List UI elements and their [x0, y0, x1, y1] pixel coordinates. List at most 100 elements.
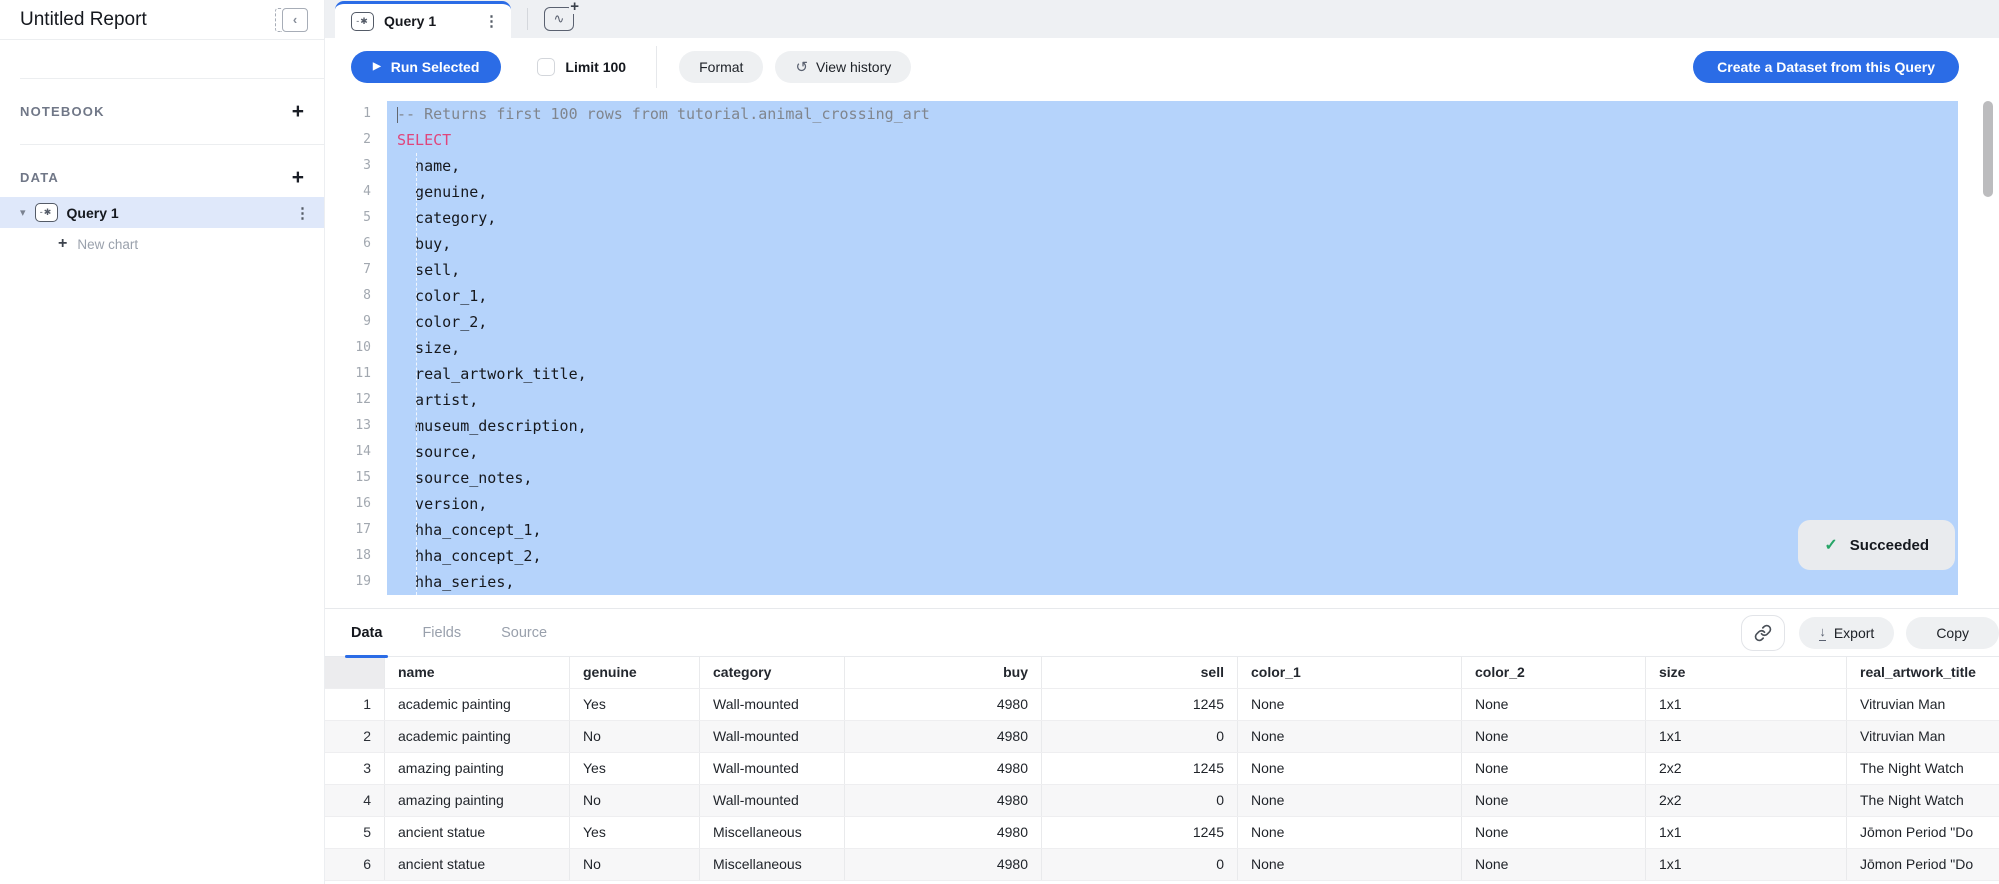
code-line[interactable]: 9 color_2, [325, 309, 1999, 335]
code-line[interactable]: 10 size, [325, 335, 1999, 361]
column-header[interactable]: real_artwork_title [1847, 657, 1999, 688]
code-line[interactable]: 16 version, [325, 491, 1999, 517]
table-cell[interactable]: No [570, 785, 700, 816]
column-header[interactable]: genuine [570, 657, 700, 688]
table-cell[interactable]: Vitruvian Man [1847, 689, 1999, 720]
table-cell[interactable]: 4980 [845, 689, 1042, 720]
kebab-menu-icon[interactable]: ⋮ [295, 204, 310, 222]
table-cell[interactable]: 1x1 [1646, 817, 1847, 848]
code-line[interactable]: 18 hha_concept_2, [325, 543, 1999, 569]
code-line[interactable]: 6 buy, [325, 231, 1999, 257]
table-cell[interactable]: ancient statue [385, 849, 570, 880]
code-line[interactable]: 17 hha_concept_1, [325, 517, 1999, 543]
table-cell[interactable]: 0 [1042, 849, 1238, 880]
table-cell[interactable]: 4980 [845, 817, 1042, 848]
table-cell[interactable]: Vitruvian Man [1847, 721, 1999, 752]
code-line[interactable]: 5 category, [325, 205, 1999, 231]
table-cell[interactable]: 4980 [845, 849, 1042, 880]
code-line[interactable]: 7 sell, [325, 257, 1999, 283]
row-number-cell[interactable]: 5 [325, 817, 385, 848]
run-selected-button[interactable]: ▶ Run Selected [351, 51, 501, 83]
table-cell[interactable]: 2x2 [1646, 785, 1847, 816]
column-header[interactable]: buy [845, 657, 1042, 688]
table-cell[interactable]: 1245 [1042, 817, 1238, 848]
code-line[interactable]: 4 genuine, [325, 179, 1999, 205]
table-cell[interactable]: No [570, 849, 700, 880]
table-row[interactable]: 3amazing paintingYesWall-mounted49801245… [325, 753, 1999, 785]
row-number-cell[interactable]: 1 [325, 689, 385, 720]
table-row[interactable]: 6ancient statueNoMiscellaneous49800NoneN… [325, 849, 1999, 881]
table-row[interactable]: 2academic paintingNoWall-mounted49800Non… [325, 721, 1999, 753]
code-line[interactable]: 11 real_artwork_title, [325, 361, 1999, 387]
tab-kebab-menu-icon[interactable]: ⋮ [484, 12, 499, 30]
table-cell[interactable]: 1x1 [1646, 721, 1847, 752]
table-cell[interactable]: Jōmon Period "Do [1847, 849, 1999, 880]
editor-scrollbar-thumb[interactable] [1983, 101, 1993, 197]
code-line[interactable]: 8 color_1, [325, 283, 1999, 309]
table-row[interactable]: 5ancient statueYesMiscellaneous49801245N… [325, 817, 1999, 849]
copy-link-button[interactable] [1741, 615, 1785, 651]
row-number-header[interactable] [325, 657, 385, 688]
table-row[interactable]: 4amazing paintingNoWall-mounted49800None… [325, 785, 1999, 817]
code-line[interactable]: 3 name, [325, 153, 1999, 179]
table-cell[interactable]: 4980 [845, 785, 1042, 816]
code-line[interactable]: 1-- Returns first 100 rows from tutorial… [325, 101, 1999, 127]
sidebar-item-query-1[interactable]: ▾ -✱ Query 1 ⋮ [0, 197, 324, 228]
table-cell[interactable]: None [1462, 689, 1646, 720]
report-title[interactable]: Untitled Report [20, 9, 147, 31]
table-cell[interactable]: None [1462, 753, 1646, 784]
table-cell[interactable]: None [1238, 817, 1462, 848]
add-notebook-cell-button[interactable]: + [292, 101, 304, 122]
create-dataset-button[interactable]: Create a Dataset from this Query [1693, 51, 1959, 83]
table-cell[interactable]: None [1238, 849, 1462, 880]
code-line[interactable]: 14 source, [325, 439, 1999, 465]
table-cell[interactable]: Wall-mounted [700, 785, 845, 816]
table-cell[interactable]: None [1238, 689, 1462, 720]
table-cell[interactable]: None [1462, 849, 1646, 880]
code-line[interactable]: 2SELECT [325, 127, 1999, 153]
table-cell[interactable]: None [1462, 817, 1646, 848]
tab-fields[interactable]: Fields [422, 609, 461, 657]
table-row[interactable]: 1academic paintingYesWall-mounted4980124… [325, 689, 1999, 721]
table-cell[interactable]: Miscellaneous [700, 849, 845, 880]
table-cell[interactable]: Yes [570, 689, 700, 720]
table-cell[interactable]: Wall-mounted [700, 721, 845, 752]
table-cell[interactable]: academic painting [385, 689, 570, 720]
table-cell[interactable]: 0 [1042, 785, 1238, 816]
new-chart-button[interactable]: + New chart [0, 228, 324, 260]
table-cell[interactable]: None [1462, 721, 1646, 752]
table-cell[interactable]: 4980 [845, 753, 1042, 784]
code-line[interactable]: 12 artist, [325, 387, 1999, 413]
column-header[interactable]: name [385, 657, 570, 688]
code-line[interactable]: 19 hha_series, [325, 569, 1999, 595]
limit-100-checkbox-group[interactable]: Limit 100 [537, 58, 626, 76]
tab-query-1[interactable]: -✱ Query 1 ⋮ [335, 1, 511, 38]
table-cell[interactable]: None [1238, 753, 1462, 784]
tab-source[interactable]: Source [501, 609, 547, 657]
table-cell[interactable]: None [1462, 785, 1646, 816]
row-number-cell[interactable]: 2 [325, 721, 385, 752]
table-cell[interactable]: amazing painting [385, 785, 570, 816]
tab-data[interactable]: Data [351, 609, 382, 657]
table-cell[interactable]: Wall-mounted [700, 753, 845, 784]
column-header[interactable]: category [700, 657, 845, 688]
column-header[interactable]: sell [1042, 657, 1238, 688]
column-header[interactable]: color_2 [1462, 657, 1646, 688]
table-cell[interactable]: 4980 [845, 721, 1042, 752]
table-cell[interactable]: Miscellaneous [700, 817, 845, 848]
sql-editor[interactable]: 1-- Returns first 100 rows from tutorial… [325, 95, 1999, 608]
column-header[interactable]: color_1 [1238, 657, 1462, 688]
table-cell[interactable]: None [1238, 785, 1462, 816]
add-data-button[interactable]: + [292, 167, 304, 188]
table-cell[interactable]: amazing painting [385, 753, 570, 784]
row-number-cell[interactable]: 4 [325, 785, 385, 816]
table-cell[interactable]: Yes [570, 753, 700, 784]
new-chart-tab-button[interactable]: ∿ + [544, 7, 574, 31]
table-cell[interactable]: academic painting [385, 721, 570, 752]
column-header[interactable]: size [1646, 657, 1847, 688]
table-cell[interactable]: The Night Watch [1847, 753, 1999, 784]
table-cell[interactable]: No [570, 721, 700, 752]
table-cell[interactable]: None [1238, 721, 1462, 752]
code-line[interactable]: 15 source_notes, [325, 465, 1999, 491]
chevron-down-icon[interactable]: ▾ [20, 206, 26, 219]
